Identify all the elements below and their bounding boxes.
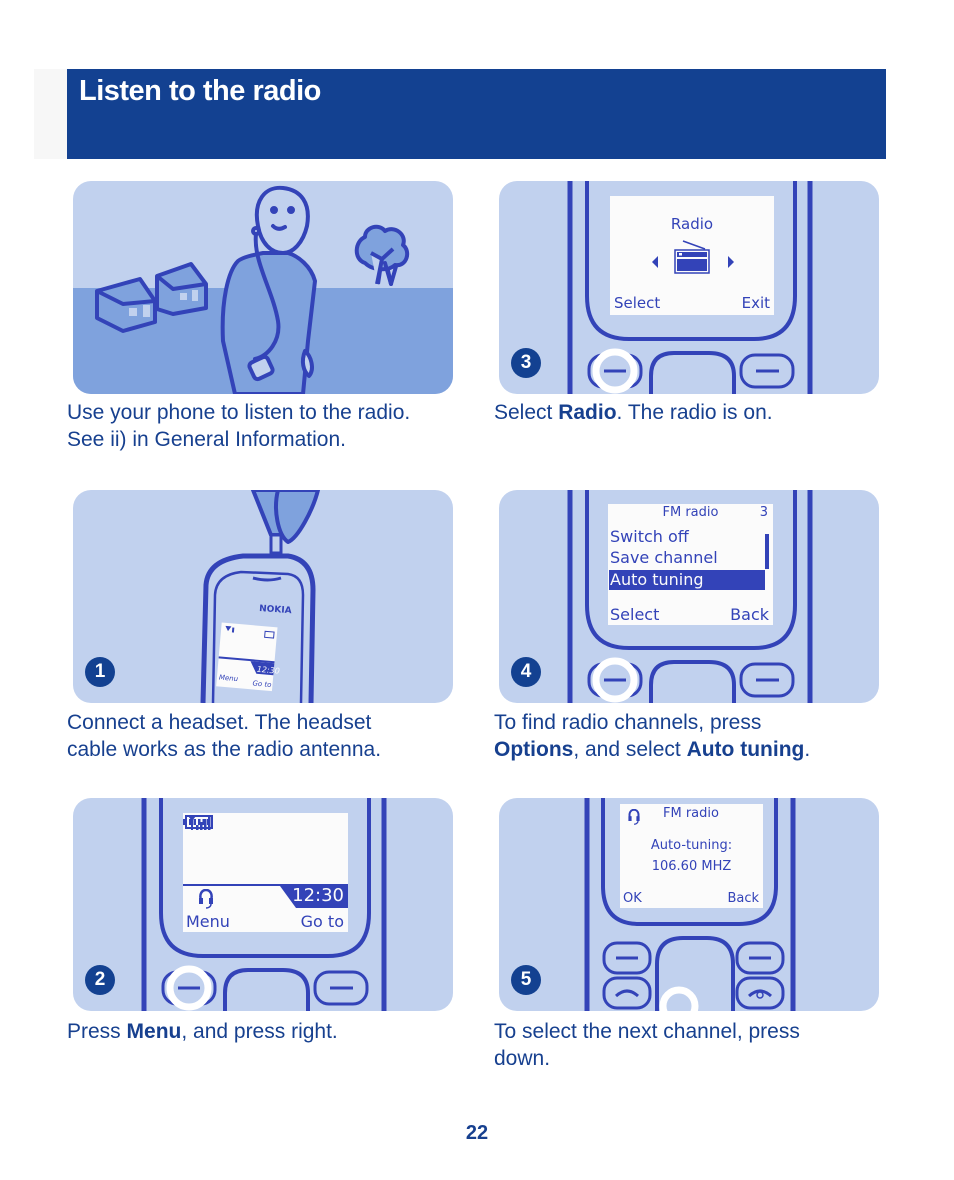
battery-icon	[183, 815, 213, 829]
headset-icon	[199, 889, 213, 909]
step4-illustration: FM radio 3 Switch off Save channel Auto …	[499, 490, 879, 703]
step4-caption: To find radio channels, press Options, a…	[494, 709, 894, 763]
caption-bold: Menu	[126, 1020, 182, 1043]
caption-line: cable works as the radio antenna.	[67, 738, 382, 761]
page-number: 22	[465, 1122, 489, 1144]
tree-icon	[354, 224, 410, 286]
screen-goto: Go to	[252, 679, 272, 689]
left-softkey-label: Menu	[186, 912, 230, 931]
screen-title: FM radio	[662, 505, 719, 520]
screen-title: Radio	[670, 215, 714, 233]
phone-screen: Radio Select Exit	[610, 196, 774, 315]
phone-screen: FM radio Auto-tuning: 106.60 MHZ OK Back	[620, 804, 763, 908]
caption-line: To select the next channel, press	[494, 1020, 800, 1043]
intro-caption: Use your phone to listen to the radio. S…	[67, 399, 467, 453]
caption-line: Use your phone to listen to the radio.	[67, 401, 411, 424]
clock-time: 12:30	[292, 885, 344, 906]
left-softkey-label: OK	[623, 891, 642, 906]
phone-screen: 12:30 Menu Go to	[183, 813, 348, 932]
step2-illustration: 12:30 Menu Go to 2	[73, 798, 453, 1011]
screen-index: 3	[759, 505, 768, 520]
step-number-badge: 3	[511, 348, 541, 378]
step5-caption: To select the next channel, press down.	[494, 1018, 894, 1072]
caption-line: See ii) in General Information.	[67, 428, 346, 451]
step-number-badge: 1	[85, 657, 115, 687]
step3-illustration: Radio Select Exit 3	[499, 181, 879, 394]
step3-caption: Select Radio. The radio is on.	[494, 401, 773, 424]
left-softkey-label: Select	[614, 294, 661, 312]
right-arrow-icon	[728, 256, 734, 268]
frequency-readout: 106.60 MHZ	[651, 859, 732, 874]
caption-bold: Radio	[558, 401, 617, 424]
step2-caption: Press Menu, and press right.	[67, 1020, 338, 1043]
caption-line: To find radio channels, press	[494, 711, 762, 734]
step1-illustration: NOKIA 12:30 Menu Go to 1	[73, 490, 453, 703]
caption-line: Options, and select Auto tuning.	[494, 738, 811, 761]
left-arrow-icon	[652, 256, 658, 268]
right-softkey-label: Back	[727, 891, 759, 906]
person-illustration	[220, 185, 317, 394]
menu-item-selected[interactable]: Auto tuning	[609, 570, 765, 590]
page-margin-strip	[34, 69, 67, 159]
step-number-badge: 5	[511, 965, 541, 995]
right-softkey-label: Exit	[741, 294, 770, 312]
press-indicator	[659, 986, 699, 1011]
screen-title: FM radio	[663, 806, 719, 821]
scrollbar[interactable]	[765, 534, 769, 569]
tuning-status: Auto-tuning:	[650, 838, 733, 853]
menu-item[interactable]: Switch off	[610, 527, 689, 546]
radio-icon	[652, 240, 734, 274]
menu-item[interactable]: Save channel	[610, 548, 718, 567]
left-softkey-label: Select	[610, 605, 660, 624]
caption-line: Connect a headset. The headset	[67, 711, 372, 734]
step-number-badge: 2	[85, 965, 115, 995]
right-softkey-label: Back	[730, 605, 769, 624]
headset-icon	[628, 809, 640, 825]
page-title: Listen to the radio	[79, 75, 321, 107]
right-softkey-label: Go to	[300, 912, 344, 931]
intro-illustration	[73, 181, 453, 394]
caption-line: down.	[494, 1047, 551, 1070]
section-header: Listen to the radio	[67, 69, 886, 159]
phone-screen: FM radio 3 Switch off Save channel Auto …	[608, 504, 773, 625]
step5-illustration: FM radio Auto-tuning: 106.60 MHZ OK Back…	[499, 798, 879, 1011]
step1-caption: Connect a headset. The headset cable wor…	[67, 709, 467, 763]
step-number-badge: 4	[511, 657, 541, 687]
